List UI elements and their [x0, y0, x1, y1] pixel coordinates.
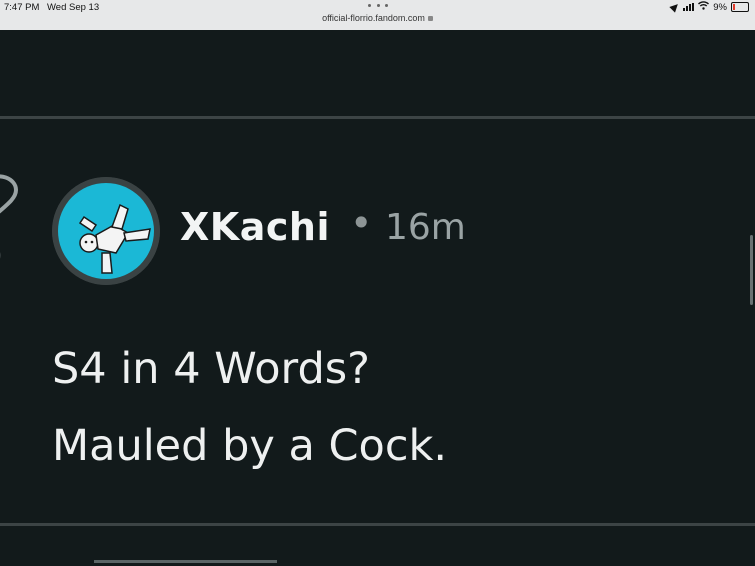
location-icon	[669, 1, 681, 13]
battery-percent: 9%	[713, 1, 727, 13]
battery-icon	[731, 2, 749, 12]
post-title[interactable]: S4 in 4 Words?	[52, 344, 370, 394]
status-time: 7:47 PM	[4, 2, 40, 13]
divider	[0, 523, 755, 526]
address-bar[interactable]: official-florrio.fandom.com	[0, 13, 755, 23]
status-bar: 7:47 PM Wed Sep 13 official-florrio.fand…	[0, 0, 755, 30]
scrollbar[interactable]	[750, 235, 753, 305]
post-author[interactable]: XKachi	[180, 205, 330, 249]
tab-indicator[interactable]	[94, 560, 277, 563]
wifi-icon	[698, 1, 710, 13]
post-body: Mauled by a Cock.	[52, 421, 448, 471]
tab-dots-icon[interactable]	[368, 4, 388, 8]
heart-icon[interactable]	[0, 172, 20, 272]
url-text: official-florrio.fandom.com	[322, 13, 425, 23]
avatar[interactable]	[52, 177, 160, 285]
status-indicators: 9%	[669, 1, 749, 13]
status-date: Wed Sep 13	[47, 2, 100, 13]
post-timestamp: 16m	[385, 207, 466, 248]
meta-separator: •	[350, 201, 373, 245]
signal-icon	[683, 3, 695, 11]
divider	[0, 116, 755, 119]
lock-icon	[427, 16, 433, 21]
